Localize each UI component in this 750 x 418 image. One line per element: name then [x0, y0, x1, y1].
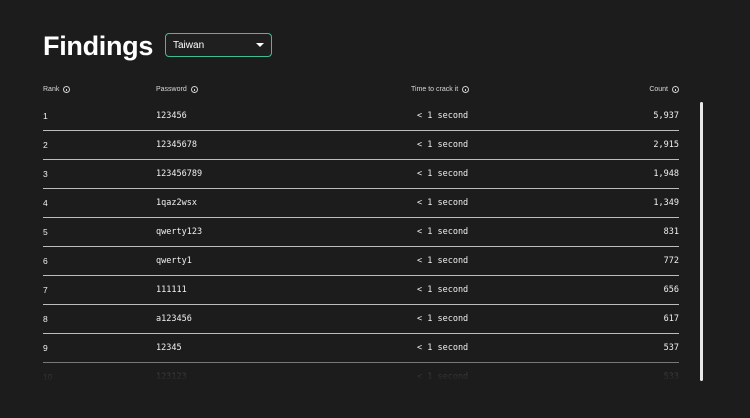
scrollbar-thumb[interactable] [700, 102, 703, 381]
count-cell: 2,915 [653, 140, 679, 150]
table-row: 6 qwerty1 < 1 second 772 [43, 247, 679, 276]
count-cell: 1,948 [653, 169, 679, 179]
info-icon[interactable] [462, 86, 470, 93]
rank-cell: 4 [43, 198, 48, 208]
rank-cell: 9 [43, 343, 48, 353]
time-cell: < 1 second [417, 111, 469, 121]
rank-cell: 7 [43, 285, 48, 295]
password-cell: 123123 [156, 372, 187, 382]
time-cell: < 1 second [417, 343, 469, 353]
password-cell: qwerty123 [156, 227, 203, 237]
password-cell: 111111 [156, 285, 187, 295]
password-cell: 12345 [156, 343, 182, 353]
count-cell: 617 [663, 314, 679, 324]
column-header-count[interactable]: Count [649, 86, 679, 93]
column-header-label: Rank [43, 86, 60, 93]
password-cell: 12345678 [156, 140, 197, 150]
table-row: 5 qwerty123 < 1 second 831 [43, 218, 679, 247]
page-header: Findings [43, 30, 153, 62]
info-icon[interactable] [63, 86, 71, 93]
password-cell: qwerty1 [156, 256, 192, 266]
count-cell: 656 [663, 285, 679, 295]
table-row: 1 123456 < 1 second 5,937 [43, 102, 679, 131]
count-cell: 5,937 [653, 111, 679, 121]
column-header-time[interactable]: Time to crack it [411, 86, 470, 93]
column-header-label: Time to crack it [411, 86, 459, 93]
table-row: 3 123456789 < 1 second 1,948 [43, 160, 679, 189]
count-cell: 772 [663, 256, 679, 266]
country-select[interactable]: Taiwan [165, 33, 272, 57]
table-row: 2 12345678 < 1 second 2,915 [43, 131, 679, 160]
count-cell: 537 [663, 343, 679, 353]
time-cell: < 1 second [417, 285, 469, 295]
findings-page: Findings Taiwan Rank Password Time to cr… [0, 0, 750, 418]
password-cell: 1qaz2wsx [156, 198, 197, 208]
count-cell: 831 [663, 227, 679, 237]
table-body: 1 123456 < 1 second 5,937 2 12345678 < 1 secon… [43, 102, 679, 382]
password-cell: 123456789 [156, 169, 203, 179]
column-header-rank[interactable]: Rank [43, 86, 71, 93]
rank-cell: 2 [43, 140, 48, 150]
time-cell: < 1 second [417, 227, 469, 237]
count-cell: 1,349 [653, 198, 679, 208]
rank-cell: 1 [43, 111, 48, 121]
password-cell: a123456 [156, 314, 192, 324]
rank-cell: 10 [43, 372, 53, 382]
country-select-value: Taiwan [173, 39, 205, 51]
rank-cell: 6 [43, 256, 48, 266]
table-row: 4 1qaz2wsx < 1 second 1,349 [43, 189, 679, 218]
column-header-label: Count [649, 86, 668, 93]
table-row: 9 12345 < 1 second 537 [43, 334, 679, 363]
findings-table: Rank Password Time to crack it Count 1 12… [43, 82, 679, 382]
count-cell: 533 [663, 372, 679, 382]
rank-cell: 3 [43, 169, 48, 179]
time-cell: < 1 second [417, 140, 469, 150]
table-row: 8 a123456 < 1 second 617 [43, 305, 679, 334]
scrollbar-track[interactable] [700, 102, 703, 381]
rank-cell: 8 [43, 314, 48, 324]
info-icon[interactable] [190, 86, 198, 93]
column-header-password[interactable]: Password [156, 86, 198, 93]
rank-cell: 5 [43, 227, 48, 237]
time-cell: < 1 second [417, 372, 469, 382]
time-cell: < 1 second [417, 256, 469, 266]
time-cell: < 1 second [417, 314, 469, 324]
column-header-label: Password [156, 86, 187, 93]
time-cell: < 1 second [417, 198, 469, 208]
chevron-down-icon [256, 43, 264, 47]
table-row: 7 111111 < 1 second 656 [43, 276, 679, 305]
page-title: Findings [43, 31, 154, 61]
password-cell: 123456 [156, 111, 187, 121]
table-row: 10 123123 < 1 second 533 [43, 363, 679, 382]
info-icon[interactable] [672, 86, 679, 93]
time-cell: < 1 second [417, 169, 469, 179]
table-header: Rank Password Time to crack it Count [43, 82, 679, 99]
